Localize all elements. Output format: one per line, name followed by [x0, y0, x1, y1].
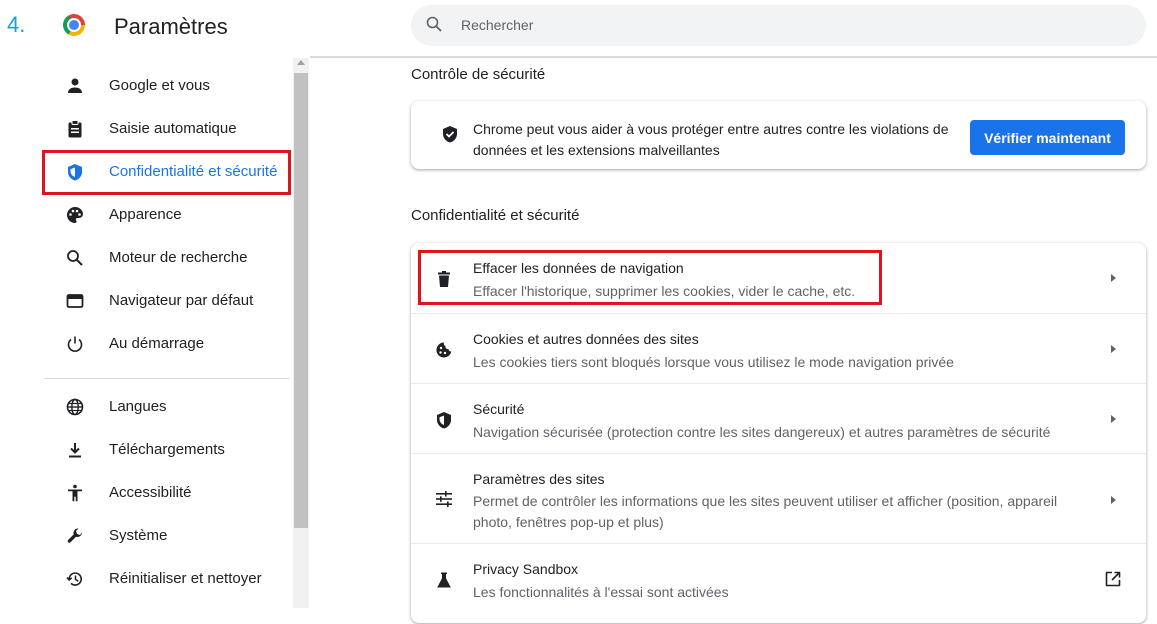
search-icon	[67, 250, 83, 266]
clipboard-icon	[68, 120, 82, 138]
sidebar-item-saisie-automatique[interactable]: Saisie automatique	[44, 109, 290, 149]
row-title: Privacy Sandbox	[473, 561, 579, 577]
search-input[interactable]	[461, 14, 1101, 36]
sidebar-item-telechargements[interactable]: Téléchargements	[44, 430, 290, 470]
accessibility-icon	[68, 484, 82, 502]
chevron-right-icon	[1111, 345, 1116, 353]
sidebar-item-label: Langues	[109, 398, 167, 415]
sidebar-item-label: Saisie automatique	[109, 120, 237, 137]
row-title: Sécurité	[473, 401, 525, 417]
wrench-icon	[67, 528, 82, 543]
sidebar-item-apparence[interactable]: Apparence	[44, 195, 290, 235]
chevron-right-icon	[1111, 274, 1116, 282]
sidebar-item-label: Téléchargements	[109, 441, 225, 458]
sidebar-item-label: Au démarrage	[109, 335, 205, 352]
list-item-security[interactable]: Sécurité Navigation sécurisée (protectio…	[411, 383, 1146, 454]
list-item-cookies[interactable]: Cookies et autres données des sites Les …	[411, 313, 1146, 384]
sidebar-item-au-demarrage[interactable]: Au démarrage	[44, 324, 290, 364]
list-item-site-settings[interactable]: Paramètres des sites Permet de contrôler…	[411, 453, 1146, 544]
row-subtitle: Navigation sécurisée (protection contre …	[473, 424, 1051, 440]
sidebar-item-label: Réinitialiser et nettoyer	[109, 570, 262, 587]
row-subtitle: Permet de contrôler les informations que…	[473, 493, 1058, 530]
sidebar-item-label: Navigateur par défaut	[109, 292, 254, 309]
chevron-right-icon	[1111, 415, 1116, 423]
palette-icon	[67, 207, 83, 223]
row-subtitle: Les cookies tiers sont bloqués lorsque v…	[473, 354, 954, 370]
sidebar-item-navigateur-par-defaut[interactable]: Navigateur par défaut	[44, 281, 290, 321]
power-icon	[67, 336, 83, 352]
sidebar-item-google-et-vous[interactable]: Google et vous	[44, 66, 290, 106]
download-icon	[69, 443, 81, 458]
cookie-icon	[436, 342, 452, 358]
row-title: Cookies et autres données des sites	[473, 331, 699, 347]
search-icon	[426, 16, 442, 32]
sidebar-item-label: Google et vous	[109, 77, 210, 94]
sidebar-highlight-box	[42, 150, 291, 195]
step-number: 4.	[7, 12, 26, 37]
header-divider	[310, 56, 1157, 58]
browser-window-icon	[66, 294, 84, 308]
sidebar-item-reinitialiser[interactable]: Réinitialiser et nettoyer	[44, 559, 290, 599]
verify-now-button[interactable]: Vérifier maintenant	[970, 120, 1125, 155]
sidebar-item-accessibilite[interactable]: Accessibilité	[44, 473, 290, 513]
open-in-new-icon	[1105, 571, 1121, 587]
safety-check-card: Chrome peut vous aider à vous protéger e…	[411, 101, 1146, 169]
chrome-logo	[63, 14, 85, 36]
sidebar-item-label: Moteur de recherche	[109, 249, 248, 266]
sidebar-separator	[44, 378, 290, 379]
scroll-up-arrow-icon[interactable]	[297, 60, 305, 65]
list-item-privacy-sandbox[interactable]: Privacy Sandbox Les fonctionnalités à l'…	[411, 543, 1146, 624]
chevron-right-icon	[1111, 496, 1116, 504]
person-icon	[68, 78, 82, 93]
clear-data-highlight-box	[418, 250, 882, 305]
sidebar-item-label: Système	[109, 527, 168, 544]
section-title-safety-check: Contrôle de sécurité	[411, 66, 546, 83]
restore-icon	[66, 572, 82, 586]
safety-check-text: Chrome peut vous aider à vous protéger e…	[473, 121, 949, 158]
sidebar-item-moteur-de-recherche[interactable]: Moteur de recherche	[44, 238, 290, 278]
sidebar-item-label: Accessibilité	[109, 484, 192, 501]
tune-icon	[436, 491, 452, 507]
section-title-privacy: Confidentialité et sécurité	[411, 207, 580, 224]
page-title: Paramètres	[114, 14, 228, 39]
sidebar-item-systeme[interactable]: Système	[44, 516, 290, 556]
row-title: Paramètres des sites	[473, 471, 605, 487]
globe-icon	[66, 398, 84, 416]
sidebar-item-label: Apparence	[109, 206, 182, 223]
flask-icon	[437, 572, 451, 588]
row-subtitle: Les fonctionnalités à l'essai sont activ…	[473, 584, 729, 600]
shield-check-icon	[443, 126, 457, 143]
scrollbar-thumb[interactable]	[294, 73, 308, 528]
sidebar-item-langues[interactable]: Langues	[44, 387, 290, 427]
search-bar[interactable]	[411, 5, 1146, 46]
shield-icon	[437, 412, 451, 429]
